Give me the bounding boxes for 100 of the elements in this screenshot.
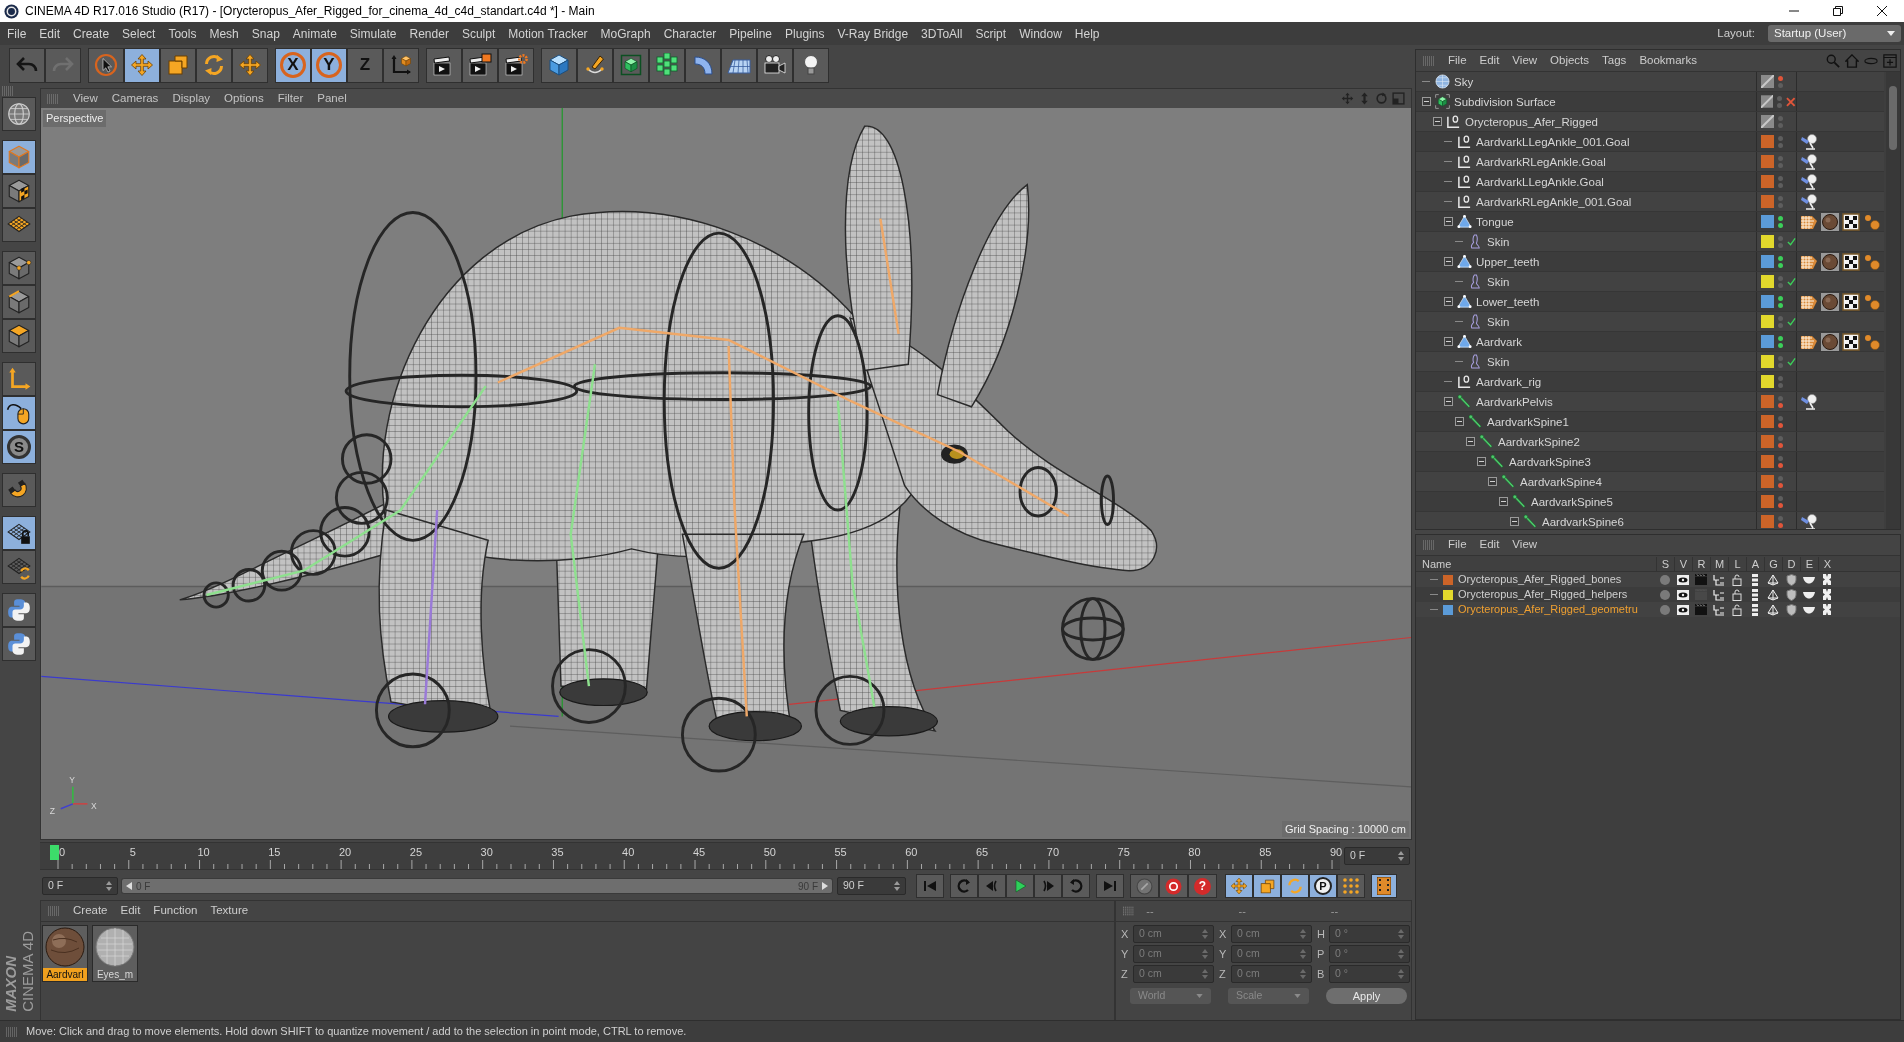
workplane-mode-button[interactable] [2,208,36,242]
bowl-icon[interactable] [1803,590,1815,599]
menu-item[interactable]: Character [663,24,717,43]
render-view-button[interactable] [426,47,462,83]
visibility-dot-icon[interactable] [1778,495,1783,501]
menu-item[interactable]: File [1448,536,1467,554]
cross-icon[interactable] [1786,96,1796,107]
tree-toggle-icon[interactable] [1432,117,1442,126]
menu-item[interactable]: Snap [251,24,280,43]
shield-icon[interactable] [1785,573,1797,586]
menu-item[interactable]: View [1512,536,1538,554]
end-frame-field[interactable]: 90 F [837,877,906,895]
render-dot-icon[interactable] [1778,522,1783,528]
object-row[interactable]: Subdivision Surface [1416,92,1884,112]
menu-item[interactable]: MoGraph [600,24,651,43]
visibility-dot-icon[interactable] [1777,95,1783,101]
object-row[interactable]: Upper_teeth [1416,252,1884,272]
object-row[interactable]: AardvarkLLegAnkle.Goal [1416,172,1884,192]
lock-workplane-button[interactable] [2,516,36,550]
menu-item[interactable]: 3DToAll [921,24,963,43]
light-button[interactable] [793,47,829,83]
bars-icon[interactable] [1752,573,1758,586]
menu-item[interactable]: Panel [317,89,347,108]
object-row[interactable]: AardvarkRLegAnkle.Goal [1416,152,1884,172]
prev-key-button[interactable] [950,874,978,898]
object-row[interactable]: AardvarkPelvis [1416,392,1884,412]
material-swatch[interactable]: Aardvarl [42,925,88,982]
object-row[interactable]: AardvarkLLegAnkle_001.Goal [1416,132,1884,152]
bowl-icon[interactable] [1803,605,1815,614]
tweak-mode-button[interactable] [2,396,36,430]
x-shape-icon[interactable] [1822,574,1832,585]
axis-lock-button[interactable]: Y [311,47,347,83]
pyramid-icon[interactable] [1767,573,1779,586]
menu-item[interactable]: Select [122,24,156,43]
tree-toggle-icon[interactable] [1421,97,1431,106]
render-dot-icon[interactable] [1778,282,1783,288]
menu-item[interactable]: File [7,24,27,43]
menu-item[interactable]: Edit [1479,51,1500,70]
visibility-dot-icon[interactable] [1778,515,1783,521]
floor-button[interactable] [721,47,757,83]
layer-row[interactable]: Orycteropus_Afer_Rigged_bones [1416,572,1900,587]
start-button[interactable] [916,874,944,898]
tree-toggle-icon[interactable] [1443,297,1453,306]
undo-button[interactable] [9,47,45,83]
menu-item[interactable]: Mesh [209,24,239,43]
render-dot-icon[interactable] [1778,322,1783,328]
autokey-button[interactable] [1159,874,1188,898]
tree-toggle-icon[interactable] [1509,517,1519,526]
tree-toggle-icon[interactable] [1476,457,1486,466]
coordinate-system-button[interactable] [383,47,419,83]
object-row[interactable]: Tongue [1416,212,1884,232]
scrollbar[interactable] [1886,72,1900,529]
menu-item[interactable]: Plugins [785,24,825,43]
render-dot-icon[interactable] [1778,162,1783,168]
start-frame-field[interactable]: 0 F [42,877,118,895]
scrollbar-thumb[interactable] [1889,86,1897,150]
menu-item[interactable]: Render [409,24,449,43]
object-row[interactable]: AardvarkSpine5 [1416,492,1884,512]
pen-button[interactable] [577,47,613,83]
menu-item[interactable]: Animate [292,24,337,43]
menu-item[interactable]: Objects [1550,51,1590,70]
visibility-dot-icon[interactable] [1778,215,1783,221]
visibility-dot-icon[interactable] [1778,195,1783,201]
object-row[interactable]: Lower_teeth [1416,292,1884,312]
shield-icon[interactable] [1785,588,1797,601]
checkmark-icon[interactable] [1787,356,1796,367]
pyramid-icon[interactable] [1767,603,1779,616]
render-dot-icon[interactable] [1778,242,1783,248]
bowl-icon[interactable] [1803,575,1815,584]
tree-toggle-icon[interactable] [1443,337,1453,346]
menu-item[interactable]: Filter [277,89,304,108]
model-mode-button[interactable] [2,140,36,174]
scale-key-button[interactable] [1253,874,1281,898]
hierarchy-icon[interactable] [1713,573,1725,586]
menu-item[interactable]: Script [975,24,1007,43]
deformer-button[interactable] [685,47,721,83]
menu-item[interactable]: Tags [1602,51,1627,70]
visibility-dot-icon[interactable] [1778,395,1783,401]
visibility-dot-icon[interactable] [1778,455,1783,461]
render-dot-icon[interactable] [1778,442,1783,448]
object-row[interactable]: AardvarkSpine6 [1416,512,1884,529]
snap-button[interactable] [2,473,36,507]
visibility-dot-icon[interactable] [1778,255,1783,261]
visibility-dot-icon[interactable] [1778,295,1783,301]
subdivision-button[interactable] [613,47,649,83]
python-script-button[interactable] [2,593,36,627]
point-level-key-button[interactable] [1337,874,1365,898]
render-dot-icon[interactable] [1778,502,1783,508]
camera-button[interactable] [757,47,793,83]
padlock-icon[interactable] [1732,603,1742,616]
object-row[interactable]: Orycteropus_Afer_Rigged [1416,112,1884,132]
render-dot-icon[interactable] [1778,342,1783,348]
menu-item[interactable]: View [1512,51,1538,70]
render-dot-icon[interactable] [1778,202,1783,208]
render-dot-icon[interactable] [1778,422,1783,428]
clapperboard-icon[interactable] [1695,574,1707,585]
position-key-button[interactable] [1225,874,1253,898]
current-frame-field[interactable]: 0 F [1344,847,1410,865]
checkmark-icon[interactable] [1787,276,1796,287]
pyramid-icon[interactable] [1767,588,1779,601]
